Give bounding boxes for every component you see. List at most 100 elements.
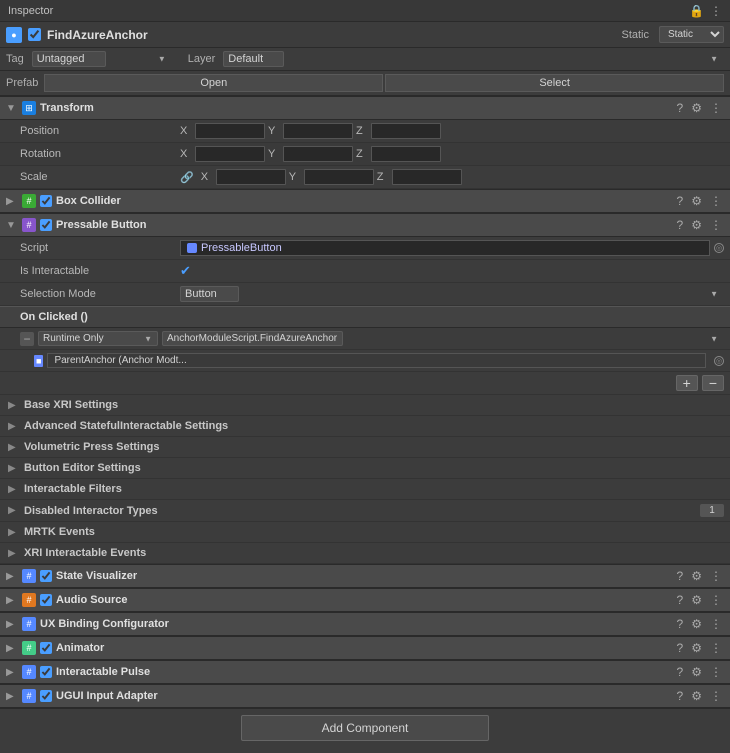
component-action-0-0[interactable]: ? — [675, 569, 686, 583]
scale-row: Scale 🔗 X 1 Y 1 Z 1 — [0, 166, 730, 189]
component-action-2-1[interactable]: ⚙ — [689, 617, 704, 631]
component-action-0-1[interactable]: ⚙ — [689, 569, 704, 583]
pressable-button-menu-icon[interactable]: ⋮ — [708, 218, 724, 232]
component-actions-1: ?⚙ ⋮ — [675, 593, 724, 607]
volumetric-press-item[interactable]: ▶ Volumetric Press Settings — [0, 437, 730, 458]
static-dropdown[interactable]: Nothing Static — [659, 26, 724, 43]
component-action-1-2[interactable]: ⋮ — [708, 593, 724, 607]
component-arrow-0[interactable]: ▶ — [6, 571, 18, 582]
selection-mode-dropdown[interactable]: Button Toggle — [180, 286, 239, 302]
button-editor-item[interactable]: ▶ Button Editor Settings — [0, 458, 730, 479]
component-arrow-3[interactable]: ▶ — [6, 643, 18, 654]
component-title-4: Interactable Pulse — [56, 666, 671, 678]
prefab-label: Prefab — [6, 77, 38, 89]
component-arrow-4[interactable]: ▶ — [6, 667, 18, 678]
rotation-x-input[interactable]: 0 — [195, 146, 265, 162]
object-active-checkbox[interactable] — [28, 28, 41, 41]
volumetric-press-label: Volumetric Press Settings — [24, 441, 724, 453]
component-action-5-0[interactable]: ? — [675, 689, 686, 703]
component-action-0-2[interactable]: ⋮ — [708, 569, 724, 583]
layer-dropdown[interactable]: Default — [223, 51, 284, 67]
interactable-filters-label: Interactable Filters — [24, 483, 724, 495]
scale-lock-icon[interactable]: 🔗 — [180, 171, 194, 184]
add-event-button[interactable]: + — [676, 375, 698, 391]
is-interactable-checkbox[interactable]: ✔ — [180, 263, 191, 279]
pressable-button-title: Pressable Button — [56, 219, 671, 231]
rotation-z-input[interactable]: 0 — [371, 146, 441, 162]
transform-settings-icon[interactable]: ⚙ — [689, 101, 704, 115]
disabled-interactor-types-item[interactable]: ▶ Disabled Interactor Types 1 — [0, 500, 730, 522]
obj-ref-target-icon[interactable]: ◎ — [714, 356, 724, 366]
rotation-label: Rotation — [20, 148, 180, 160]
box-collider-menu-icon[interactable]: ⋮ — [708, 194, 724, 208]
box-collider-arrow[interactable]: ▶ — [6, 196, 18, 207]
component-checkbox-5[interactable] — [40, 690, 52, 702]
component-action-1-1[interactable]: ⚙ — [689, 593, 704, 607]
scale-z-input[interactable]: 1 — [392, 169, 462, 185]
pressable-button-arrow[interactable]: ▼ — [6, 220, 18, 231]
box-collider-checkbox[interactable] — [40, 195, 52, 207]
component-action-5-1[interactable]: ⚙ — [689, 689, 704, 703]
transform-help-icon[interactable]: ? — [675, 101, 686, 115]
component-action-1-0[interactable]: ? — [675, 593, 686, 607]
obj-ref-icon: ■ — [34, 355, 43, 367]
runtime-only-dropdown[interactable]: Runtime Only Editor And Runtime — [38, 331, 158, 346]
transform-icon: ⊞ — [22, 101, 36, 115]
component-rows: ▶#State Visualizer?⚙⋮▶#Audio Source?⚙⋮▶#… — [0, 564, 730, 708]
component-action-4-1[interactable]: ⚙ — [689, 665, 704, 679]
component-action-3-0[interactable]: ? — [675, 641, 686, 655]
object-icon: ● — [6, 27, 22, 43]
component-icon-2: # — [22, 617, 36, 631]
prefab-select-button[interactable]: Select — [385, 74, 724, 92]
prefab-open-button[interactable]: Open — [44, 74, 383, 92]
xri-interactable-events-item[interactable]: ▶ XRI Interactable Events — [0, 543, 730, 564]
component-row-0: ▶#State Visualizer?⚙⋮ — [0, 564, 730, 588]
component-action-3-2[interactable]: ⋮ — [708, 641, 724, 655]
pressable-button-checkbox[interactable] — [40, 219, 52, 231]
position-xyz: X 0.045 Y 0.025 Z 0 — [180, 123, 724, 139]
scale-y-input[interactable]: 1 — [304, 169, 374, 185]
component-checkbox-1[interactable] — [40, 594, 52, 606]
menu-icon[interactable]: ⋮ — [710, 4, 722, 18]
function-dropdown[interactable]: AnchorModuleScript.FindAzureAnchor — [162, 331, 343, 346]
mrtk-events-item[interactable]: ▶ MRTK Events — [0, 522, 730, 543]
selection-mode-row: Selection Mode Button Toggle — [0, 283, 730, 306]
position-x-input[interactable]: 0.045 — [195, 123, 265, 139]
scale-x-input[interactable]: 1 — [216, 169, 286, 185]
component-actions-4: ?⚙ ⋮ — [675, 665, 724, 679]
add-component-button[interactable]: Add Component — [241, 715, 490, 741]
component-checkbox-0[interactable] — [40, 570, 52, 582]
interactable-filters-item[interactable]: ▶ Interactable Filters — [0, 479, 730, 500]
component-action-4-2[interactable]: ⋮ — [708, 665, 724, 679]
box-collider-help-icon[interactable]: ? — [675, 194, 686, 208]
transform-arrow[interactable]: ▼ — [6, 103, 18, 114]
rotation-y-input[interactable]: 0 — [283, 146, 353, 162]
component-action-3-1[interactable]: ⚙ — [689, 641, 704, 655]
pressable-button-help-icon[interactable]: ? — [675, 218, 686, 232]
script-target-icon[interactable]: ◎ — [714, 243, 724, 253]
advanced-stateful-label: Advanced StatefulInteractable Settings — [24, 420, 724, 432]
event-remove-button[interactable]: − — [20, 332, 34, 346]
base-xri-settings-item[interactable]: ▶ Base XRI Settings — [0, 395, 730, 416]
component-action-4-0[interactable]: ? — [675, 665, 686, 679]
component-action-5-2[interactable]: ⋮ — [708, 689, 724, 703]
box-collider-section-header: ▶ # Box Collider ? ⚙ ⋮ — [0, 189, 730, 213]
component-checkbox-4[interactable] — [40, 666, 52, 678]
lock-icon[interactable]: 🔒 — [689, 4, 704, 18]
component-arrow-5[interactable]: ▶ — [6, 691, 18, 702]
component-action-2-0[interactable]: ? — [675, 617, 686, 631]
event-row: − Runtime Only Editor And Runtime Anchor… — [0, 328, 730, 350]
tag-dropdown[interactable]: Untagged — [32, 51, 106, 67]
component-arrow-1[interactable]: ▶ — [6, 595, 18, 606]
transform-menu-icon[interactable]: ⋮ — [708, 101, 724, 115]
component-action-2-2[interactable]: ⋮ — [708, 617, 724, 631]
component-arrow-2[interactable]: ▶ — [6, 619, 18, 630]
button-editor-arrow: ▶ — [8, 463, 20, 474]
remove-event-button[interactable]: − — [702, 375, 724, 391]
component-checkbox-3[interactable] — [40, 642, 52, 654]
pressable-button-settings-icon[interactable]: ⚙ — [689, 218, 704, 232]
position-z-input[interactable]: 0 — [371, 123, 441, 139]
position-y-input[interactable]: 0.025 — [283, 123, 353, 139]
box-collider-settings-icon[interactable]: ⚙ — [689, 194, 704, 208]
advanced-stateful-item[interactable]: ▶ Advanced StatefulInteractable Settings — [0, 416, 730, 437]
